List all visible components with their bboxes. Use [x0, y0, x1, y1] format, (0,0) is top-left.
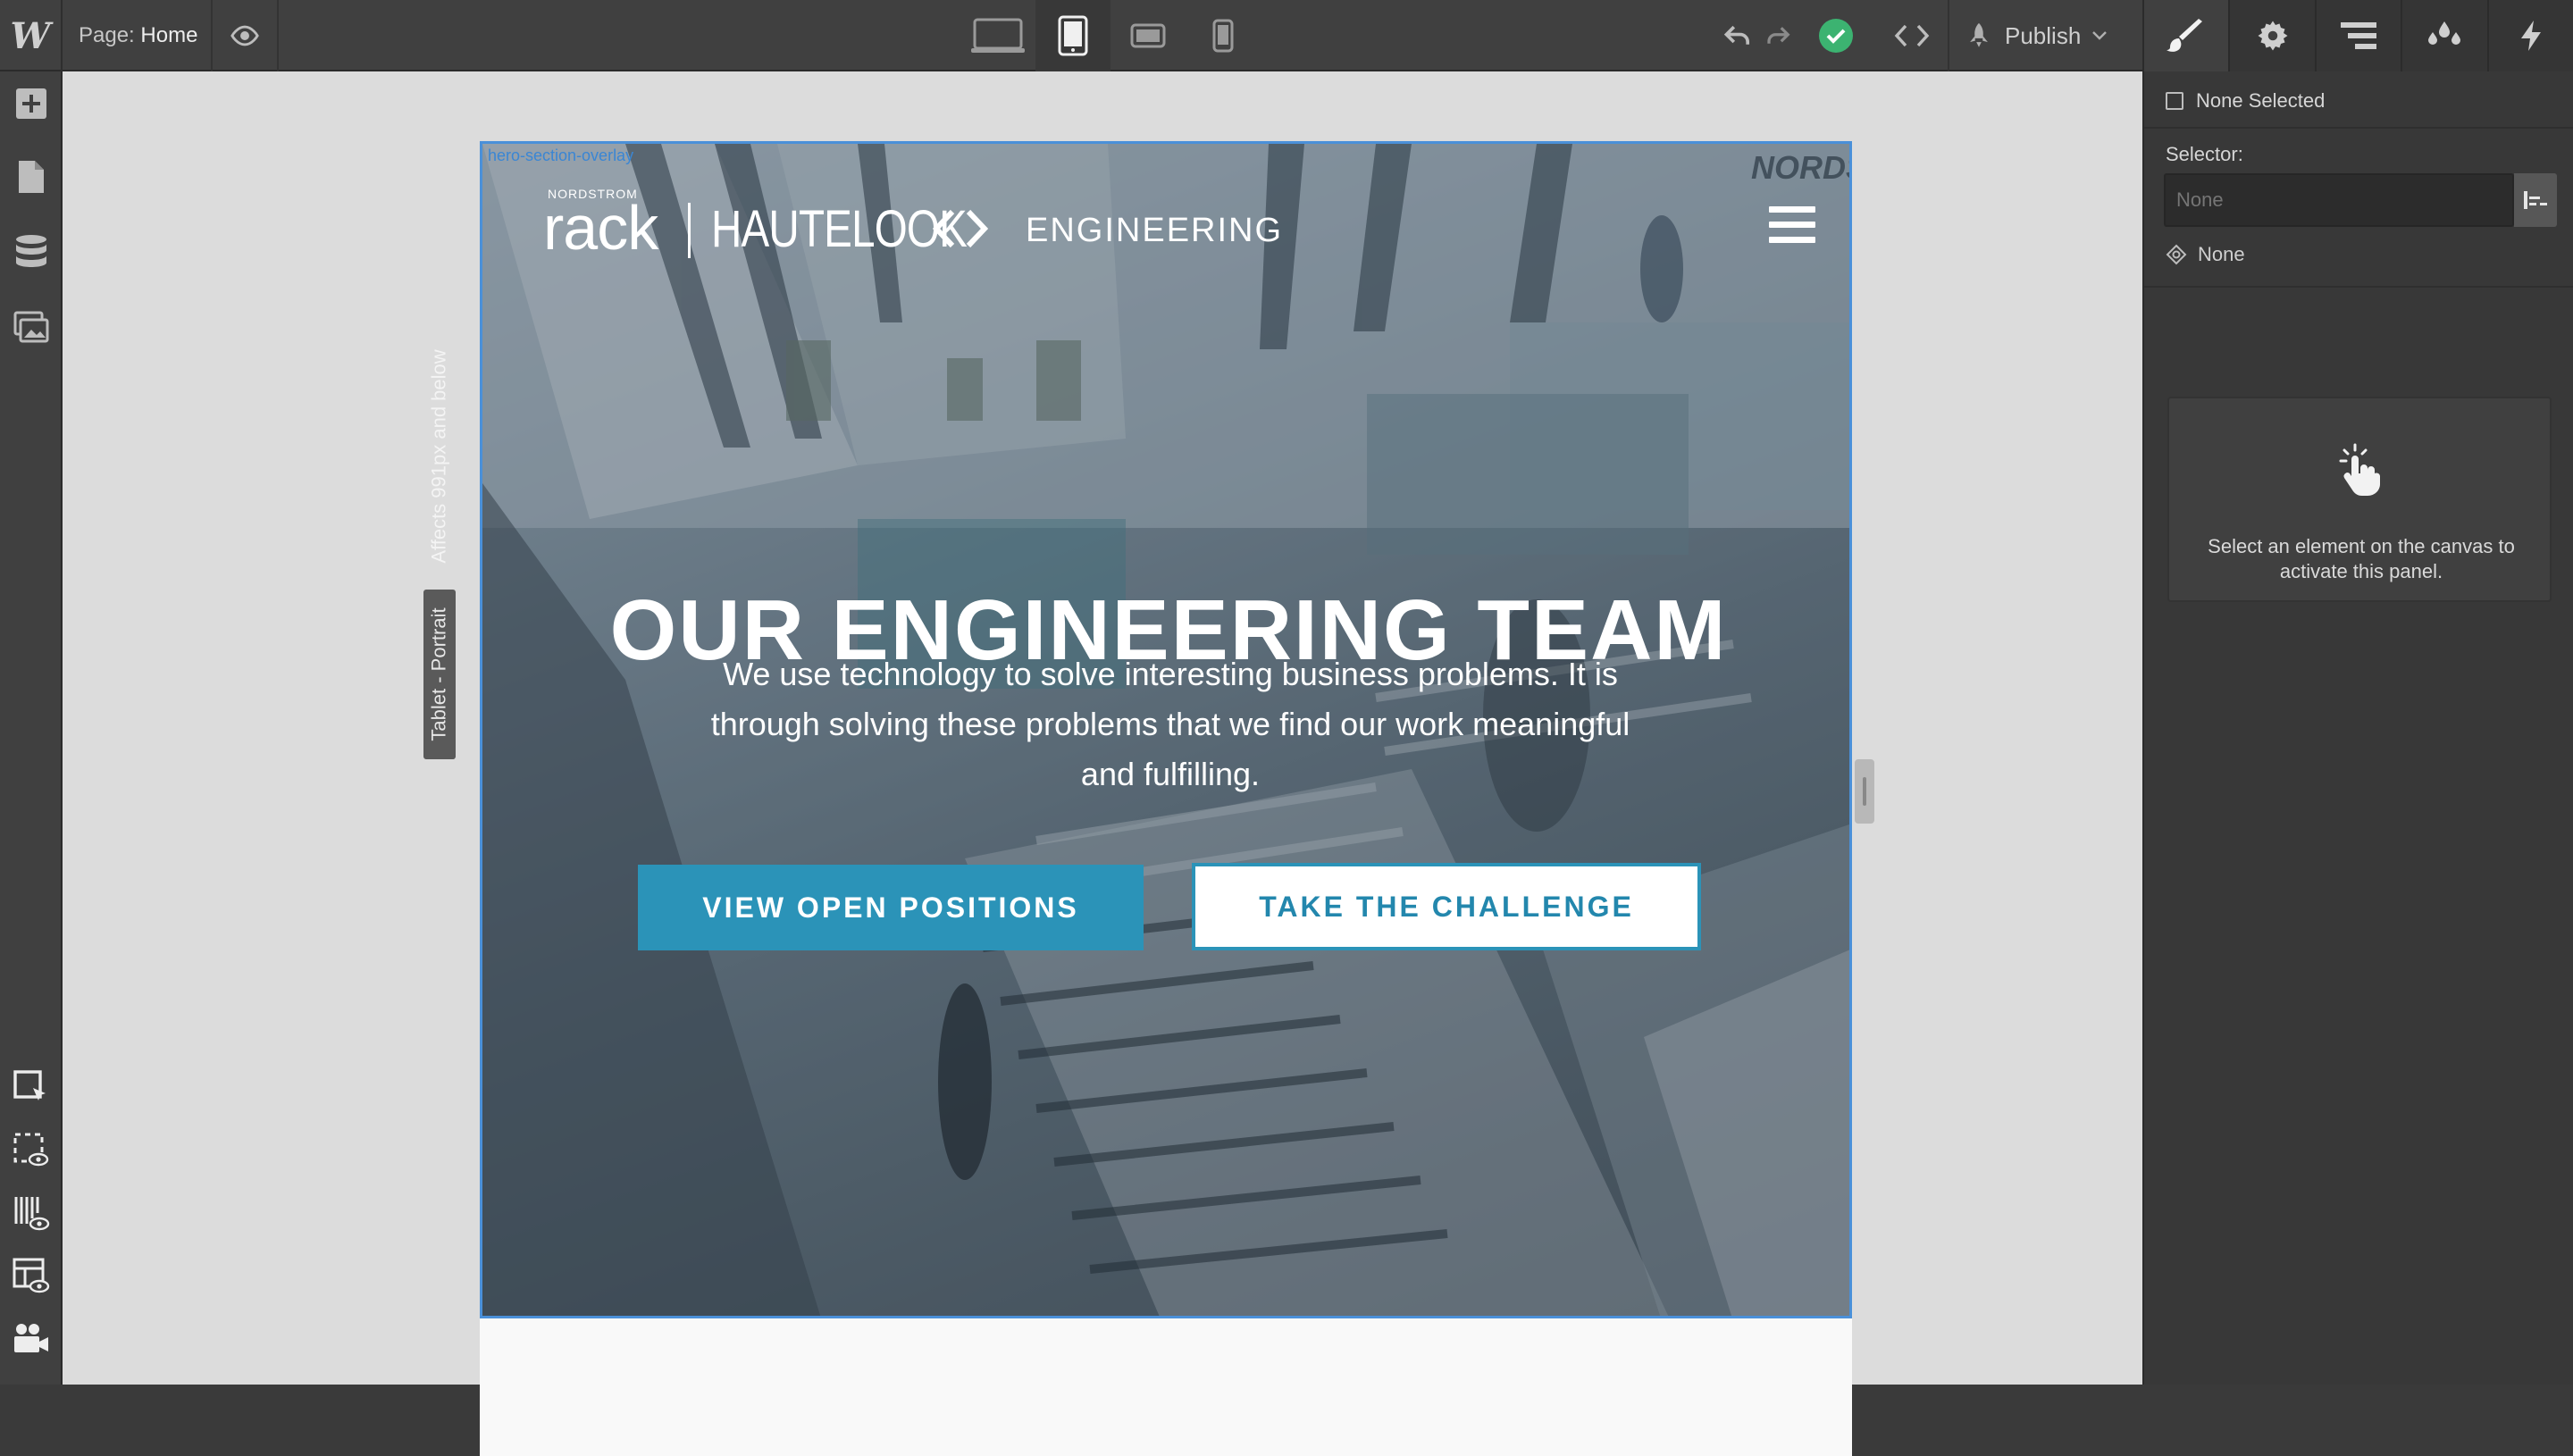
undo-button[interactable] — [1715, 0, 1760, 71]
page-name: Home — [140, 23, 198, 47]
site-preview: hero-section-overlay NORDS NORDSTROM rac… — [480, 141, 1852, 1456]
pages-icon — [19, 161, 44, 193]
divider — [2144, 127, 2573, 129]
panel-tabs — [2142, 0, 2573, 71]
assets-icon — [13, 311, 49, 343]
cms-icon — [16, 235, 46, 267]
tab-style-manager[interactable] — [2401, 0, 2486, 71]
tab-settings[interactable] — [2228, 0, 2314, 71]
select-outline-icon — [13, 1070, 46, 1100]
navigator-icon — [2341, 22, 2377, 49]
publish-label: Publish — [2005, 21, 2082, 49]
hamburger-menu-icon[interactable] — [1769, 206, 1815, 244]
pointer-hand-icon — [2339, 443, 2380, 496]
undo-icon — [1723, 25, 1750, 45]
hero-section[interactable]: hero-section-overlay NORDS NORDSTROM rac… — [480, 141, 1852, 1318]
video-tutorials-button[interactable] — [0, 1310, 63, 1367]
selected-element-class-label: hero-section-overlay — [488, 146, 634, 164]
pages-panel-button[interactable] — [0, 148, 63, 205]
canvas-resize-handle[interactable] — [1855, 759, 1874, 824]
code-icon — [1894, 24, 1930, 47]
top-bar: W Page: Home Publish — [0, 0, 2573, 71]
preview-eye-button[interactable] — [211, 0, 279, 71]
preview-dashed-icon — [13, 1133, 49, 1167]
desktop-icon — [971, 18, 1025, 53]
code-brackets-icon — [933, 209, 988, 248]
brush-icon — [2167, 19, 2203, 52]
code-export-button[interactable] — [1876, 0, 1948, 71]
selector-input[interactable] — [2164, 173, 2514, 227]
breakpoint-tab[interactable]: Tablet - Portrait — [423, 590, 456, 759]
brand-rack[interactable]: rack — [543, 192, 658, 264]
device-mobile-button[interactable] — [1186, 0, 1261, 71]
mobile-icon — [1212, 19, 1234, 53]
assets-panel-button[interactable] — [0, 298, 63, 356]
hero-subtext: We use technology to solve interesting b… — [710, 656, 1630, 792]
tablet-portrait-icon — [1058, 15, 1088, 56]
state-selector[interactable]: None — [2166, 243, 2245, 266]
page-label: Page: — [79, 23, 135, 47]
divider — [2144, 286, 2573, 288]
guides-icon — [13, 1258, 50, 1293]
webflow-logo[interactable]: W — [0, 0, 63, 71]
checkbox-icon — [2166, 92, 2183, 110]
add-panel-button[interactable] — [0, 75, 63, 132]
redo-icon — [1767, 27, 1790, 44]
state-target-icon — [2166, 244, 2187, 265]
site-status-button[interactable] — [1796, 0, 1876, 71]
device-tablet-portrait-button[interactable] — [1035, 0, 1110, 71]
none-selected-toggle[interactable]: None Selected — [2166, 89, 2325, 113]
bolt-icon — [2520, 21, 2541, 51]
view-open-positions-button[interactable]: VIEW OPEN POSITIONS — [638, 865, 1144, 950]
empty-state-card: Select an element on the canvas to activ… — [2167, 397, 2552, 602]
brand-engineering: ENGINEERING — [1026, 212, 1284, 249]
none-selected-label: None Selected — [2196, 89, 2326, 112]
style-panel: None Selected Selector: None Select an e… — [2142, 71, 2573, 1385]
tab-navigator[interactable] — [2314, 0, 2401, 71]
publish-button[interactable]: Publish — [1948, 0, 2122, 71]
selector-list-icon — [2524, 191, 2547, 209]
guides-button[interactable] — [0, 1247, 63, 1304]
chevron-down-icon — [2092, 31, 2108, 40]
designer-canvas[interactable]: Affects 991px and below Tablet - Portrai… — [63, 71, 2142, 1456]
rocket-icon — [1970, 22, 1988, 47]
tablet-landscape-icon — [1130, 23, 1166, 48]
cms-panel-button[interactable] — [0, 223, 63, 280]
brand-hautelook[interactable]: HAUTELOOK — [711, 199, 968, 259]
breakpoint-affects-label: Affects 991px and below — [428, 349, 451, 564]
page-selector[interactable]: Page: Home — [79, 23, 197, 48]
brand-divider — [688, 203, 691, 258]
redo-button[interactable] — [1760, 0, 1796, 71]
empty-state-message: Select an element on the canvas to activ… — [2208, 535, 2515, 582]
site-navbar: NORDSTROM rack HAUTELOOK ENGINEERING — [543, 180, 1815, 269]
device-switcher — [960, 0, 1261, 71]
gear-icon — [2258, 21, 2288, 51]
eye-icon — [230, 25, 259, 46]
top-right-actions: Publish — [1715, 0, 2122, 71]
xray-icon — [14, 1197, 50, 1231]
state-label: None — [2198, 243, 2245, 265]
select-outline-button[interactable] — [0, 1059, 63, 1117]
tab-interactions[interactable] — [2486, 0, 2573, 71]
xray-button[interactable] — [0, 1184, 63, 1242]
device-desktop-button[interactable] — [960, 0, 1035, 71]
add-icon — [16, 88, 46, 119]
preview-dashed-button[interactable] — [0, 1122, 63, 1179]
left-toolbar — [0, 71, 63, 1385]
check-circle-icon — [1819, 19, 1853, 53]
selector-label: Selector: — [2166, 143, 2243, 165]
selector-options-button[interactable] — [2514, 173, 2557, 227]
drops-icon — [2428, 21, 2461, 45]
video-icon — [14, 1324, 48, 1352]
device-tablet-landscape-button[interactable] — [1110, 0, 1186, 71]
tab-style[interactable] — [2142, 0, 2229, 71]
take-the-challenge-button[interactable]: TAKE THE CHALLENGE — [1192, 863, 1701, 950]
